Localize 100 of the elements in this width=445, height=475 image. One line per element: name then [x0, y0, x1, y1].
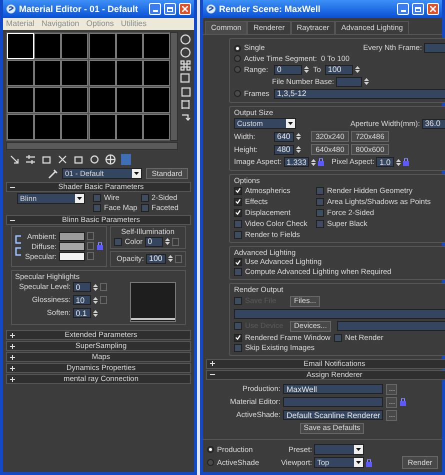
square-icon[interactable]	[180, 73, 191, 84]
circle-icon[interactable]	[89, 154, 100, 165]
spinner-icon[interactable]	[304, 65, 309, 74]
close-button[interactable]	[179, 3, 191, 15]
radio-button[interactable]	[207, 446, 214, 454]
minimize-button[interactable]	[397, 3, 409, 15]
input-field[interactable]	[336, 321, 445, 331]
input-field[interactable]: 36.0	[422, 118, 445, 128]
input-field[interactable]: 0	[72, 282, 91, 292]
lock-icon[interactable]	[96, 242, 103, 250]
eyedropper-icon[interactable]	[48, 168, 58, 178]
spinner-icon[interactable]	[168, 254, 173, 263]
input-field[interactable]	[234, 308, 445, 318]
plus-icon	[210, 361, 215, 366]
spinner-icon[interactable]	[296, 132, 301, 141]
window-title: Render Scene: MaxWell	[219, 4, 322, 14]
checker-icon[interactable]	[180, 60, 191, 71]
checkbox[interactable]	[234, 344, 242, 352]
square-icon[interactable]	[180, 86, 191, 97]
caret-icon	[354, 458, 364, 467]
caret-icon	[354, 445, 364, 454]
checkbox[interactable]	[316, 186, 324, 194]
checkbox[interactable]	[316, 208, 324, 216]
checkbox[interactable]	[234, 186, 242, 194]
radio-button[interactable]	[207, 458, 214, 466]
input-field[interactable]: 1,3,5-12	[274, 88, 445, 98]
input-field[interactable]: Default Scanline Renderer	[283, 410, 384, 420]
box-icon[interactable]	[41, 154, 52, 165]
checkbox[interactable]	[334, 334, 342, 342]
arrow-icon[interactable]	[180, 112, 191, 123]
input-field[interactable]	[283, 397, 384, 407]
input-field[interactable]: 0	[274, 64, 302, 74]
input-field[interactable]: 0.1	[72, 308, 91, 318]
sliders-icon[interactable]	[25, 154, 36, 165]
checkbox[interactable]	[316, 198, 324, 206]
input-field[interactable]	[336, 76, 362, 86]
radio-button[interactable]	[234, 90, 241, 97]
input-field[interactable]: 0	[144, 236, 163, 246]
checkbox[interactable]	[140, 194, 148, 202]
app-logo-icon	[206, 4, 216, 14]
input-field[interactable]: 100	[146, 254, 166, 264]
input-field[interactable]: MaxWell	[283, 384, 384, 394]
caret-icon	[75, 194, 84, 203]
lock-icon[interactable]	[366, 458, 372, 466]
arrow-icon[interactable]	[9, 154, 20, 165]
checkbox[interactable]	[234, 268, 242, 276]
checkbox[interactable]	[114, 238, 122, 246]
plus-icon	[10, 344, 15, 348]
sphere-icon[interactable]	[180, 47, 191, 58]
minus-icon	[10, 218, 15, 222]
plus-icon	[10, 366, 15, 370]
maximize-button[interactable]	[412, 3, 424, 15]
lock-icon[interactable]	[403, 158, 410, 166]
plus-icon	[10, 376, 15, 382]
radio-button[interactable]	[234, 66, 241, 73]
checkbox[interactable]	[234, 258, 242, 266]
color-swatch[interactable]	[58, 232, 85, 241]
link-bracket-icon[interactable]	[15, 235, 22, 258]
color-swatch[interactable]	[58, 252, 85, 261]
color-swatch[interactable]	[58, 242, 85, 251]
caret-icon	[132, 169, 141, 178]
input-field[interactable]: 480	[274, 144, 294, 154]
minimize-button[interactable]	[149, 3, 161, 15]
checkbox[interactable]	[93, 204, 101, 212]
checkbox[interactable]	[93, 194, 101, 202]
cross-icon[interactable]	[57, 154, 68, 165]
window-title: Material Editor - 01 - Default	[19, 4, 140, 14]
input-field[interactable]: 640	[274, 132, 294, 142]
box-icon[interactable]	[73, 154, 84, 165]
app-logo-icon	[6, 4, 16, 14]
input-field[interactable]: 10	[72, 295, 91, 305]
radio-button[interactable]	[234, 44, 241, 52]
lock-icon[interactable]	[318, 158, 324, 166]
close-icon	[430, 6, 436, 12]
sphere-icon[interactable]	[180, 34, 191, 45]
scrollbar[interactable]	[170, 32, 178, 141]
scrollbar[interactable]	[6, 142, 178, 150]
minus-icon	[10, 184, 15, 190]
dropdown[interactable]	[314, 444, 364, 455]
input-field[interactable]: 1.0	[376, 157, 394, 167]
minus-icon	[210, 372, 215, 377]
checkbox[interactable]	[234, 220, 242, 228]
close-button[interactable]	[427, 3, 439, 15]
checkbox[interactable]	[140, 204, 148, 212]
input-field[interactable]	[424, 43, 445, 53]
input-field[interactable]: 100	[324, 64, 353, 74]
plus-icon	[10, 332, 15, 338]
spinner-icon[interactable]	[296, 145, 301, 154]
bracket-icon[interactable]	[180, 99, 191, 110]
close-icon	[182, 6, 188, 12]
checkbox[interactable]	[234, 334, 242, 342]
checkbox[interactable]	[316, 220, 324, 228]
checkbox[interactable]	[234, 198, 242, 206]
highlight-curve-drawing	[130, 282, 176, 322]
globe-icon[interactable]	[105, 154, 116, 165]
radio-button[interactable]	[234, 55, 241, 62]
maximize-button[interactable]	[164, 3, 176, 15]
checkbox[interactable]	[234, 208, 242, 216]
lock-icon[interactable]	[400, 398, 406, 406]
checkbox[interactable]	[234, 230, 242, 238]
